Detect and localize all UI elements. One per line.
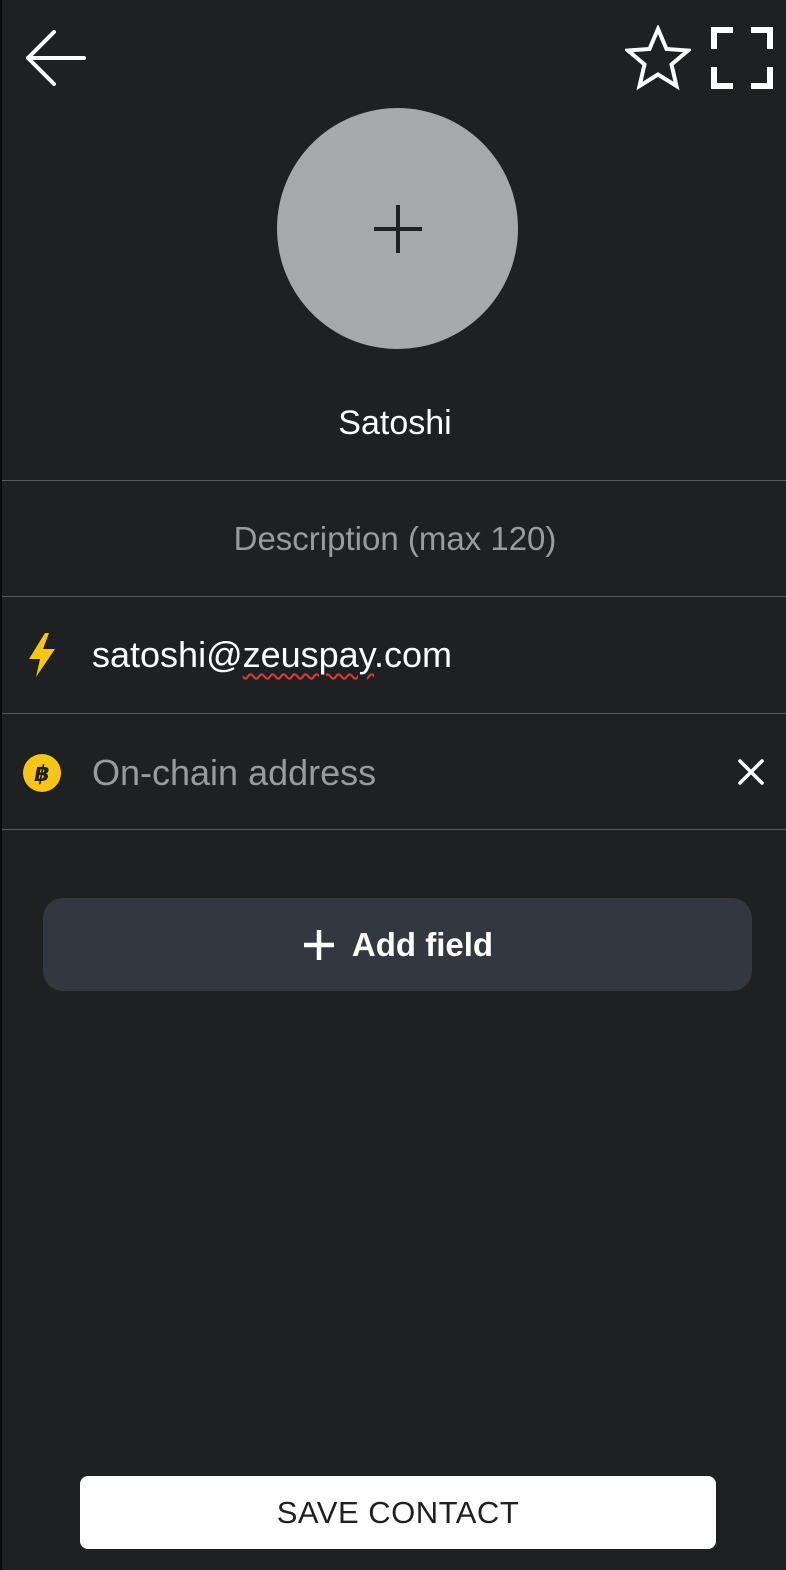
lightning-address-field[interactable]: satoshi@zeuspay.com (92, 629, 452, 681)
lightning-address-domain: zeuspay (242, 634, 375, 675)
contact-edit-screen: Satoshi Description (max 120) satoshi@ze… (0, 0, 786, 1570)
scan-frame-icon (711, 27, 773, 89)
add-field-label: Add field (351, 925, 494, 963)
avatar-upload-button[interactable] (277, 108, 518, 349)
lightning-address-suffix: .com (374, 634, 453, 675)
scan-button[interactable] (706, 22, 778, 94)
lightning-address-row: satoshi@zeuspay.com (2, 597, 786, 713)
divider (2, 829, 786, 830)
add-field-button[interactable]: Add field (43, 898, 752, 991)
close-icon (738, 759, 764, 785)
back-button[interactable] (16, 20, 92, 96)
star-outline-icon (625, 25, 691, 91)
divider (2, 480, 786, 481)
plus-icon (303, 929, 334, 960)
lightning-icon (20, 633, 64, 677)
lightning-address-prefix: satoshi@ (92, 634, 243, 675)
save-contact-button[interactable]: SAVE CONTACT (80, 1476, 716, 1549)
onchain-address-input[interactable]: On-chain address (92, 747, 376, 799)
save-contact-label: SAVE CONTACT (276, 1494, 520, 1530)
plus-icon (373, 204, 422, 253)
svg-text:฿: ฿ (34, 762, 49, 787)
onchain-address-row: ฿ On-chain address (2, 714, 786, 830)
arrow-left-icon (26, 30, 86, 86)
clear-onchain-button[interactable] (728, 749, 774, 795)
contact-name-field[interactable]: Satoshi (2, 398, 786, 448)
bitcoin-icon: ฿ (20, 751, 64, 795)
description-field[interactable]: Description (max 120) (2, 512, 786, 566)
favorite-button[interactable] (622, 22, 694, 94)
